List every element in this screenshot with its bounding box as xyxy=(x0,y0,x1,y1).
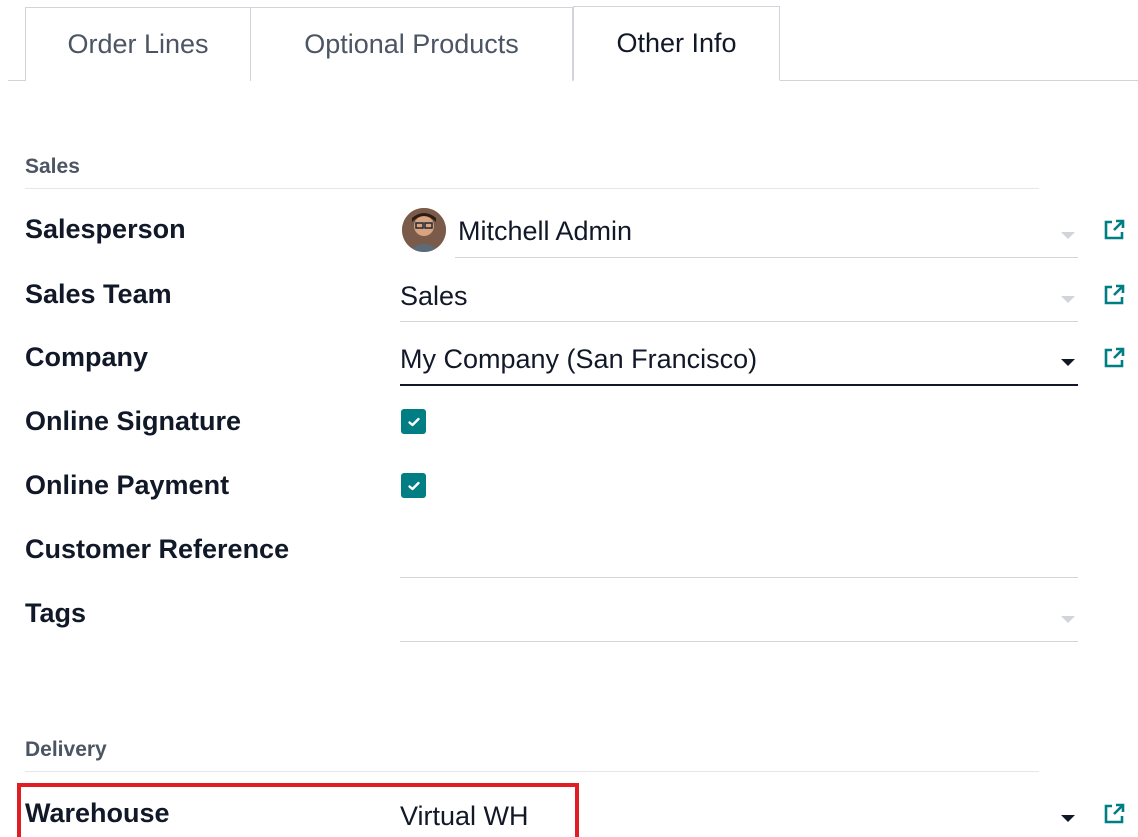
external-link-icon[interactable] xyxy=(1102,218,1126,242)
customer-reference-label: Customer Reference xyxy=(25,534,290,564)
company-input[interactable]: My Company (San Francisco) xyxy=(400,344,757,375)
sales-team-label: Sales Team xyxy=(25,279,172,309)
salesperson-input[interactable]: Mitchell Admin xyxy=(458,216,632,247)
external-link-icon[interactable] xyxy=(1102,283,1126,307)
customer-reference-underline xyxy=(400,577,1078,578)
check-icon xyxy=(407,417,420,426)
chevron-down-icon[interactable] xyxy=(1061,815,1075,822)
online-signature-label: Online Signature xyxy=(25,406,242,436)
tags-underline xyxy=(400,641,1078,642)
salesperson-label: Salesperson xyxy=(25,214,186,244)
tab-order-lines[interactable]: Order Lines xyxy=(25,7,251,81)
company-label: Company xyxy=(25,342,149,372)
section-divider-delivery xyxy=(25,771,1039,772)
warehouse-input[interactable]: Virtual WH xyxy=(400,801,529,832)
warehouse-label: Warehouse xyxy=(25,798,170,828)
section-divider-sales xyxy=(25,188,1039,189)
online-signature-checkbox[interactable] xyxy=(401,409,426,434)
tab-optional-products[interactable]: Optional Products xyxy=(251,7,573,81)
section-title-delivery: Delivery xyxy=(25,738,107,761)
sales-team-input[interactable]: Sales xyxy=(400,281,468,312)
online-payment-label: Online Payment xyxy=(25,470,230,500)
avatar xyxy=(402,208,446,252)
section-title-sales: Sales xyxy=(25,155,80,178)
chevron-down-icon[interactable] xyxy=(1061,232,1075,239)
chevron-down-icon[interactable] xyxy=(1061,616,1075,623)
check-icon xyxy=(407,481,420,490)
sales-team-underline xyxy=(400,321,1078,322)
external-link-icon[interactable] xyxy=(1102,346,1126,370)
chevron-down-icon[interactable] xyxy=(1061,296,1075,303)
online-payment-checkbox[interactable] xyxy=(401,473,426,498)
tags-input[interactable] xyxy=(400,600,1050,636)
customer-reference-input[interactable] xyxy=(400,536,1078,572)
external-link-icon[interactable] xyxy=(1102,802,1126,826)
tags-label: Tags xyxy=(25,598,87,628)
salesperson-underline xyxy=(455,257,1078,258)
chevron-down-icon[interactable] xyxy=(1061,359,1075,366)
notebook-tabs: Order Lines Optional Products Other Info xyxy=(0,0,1138,82)
company-underline xyxy=(400,384,1078,386)
sale-order-form: Order Lines Optional Products Other Info… xyxy=(0,0,1138,837)
tab-other-info[interactable]: Other Info xyxy=(573,6,780,81)
